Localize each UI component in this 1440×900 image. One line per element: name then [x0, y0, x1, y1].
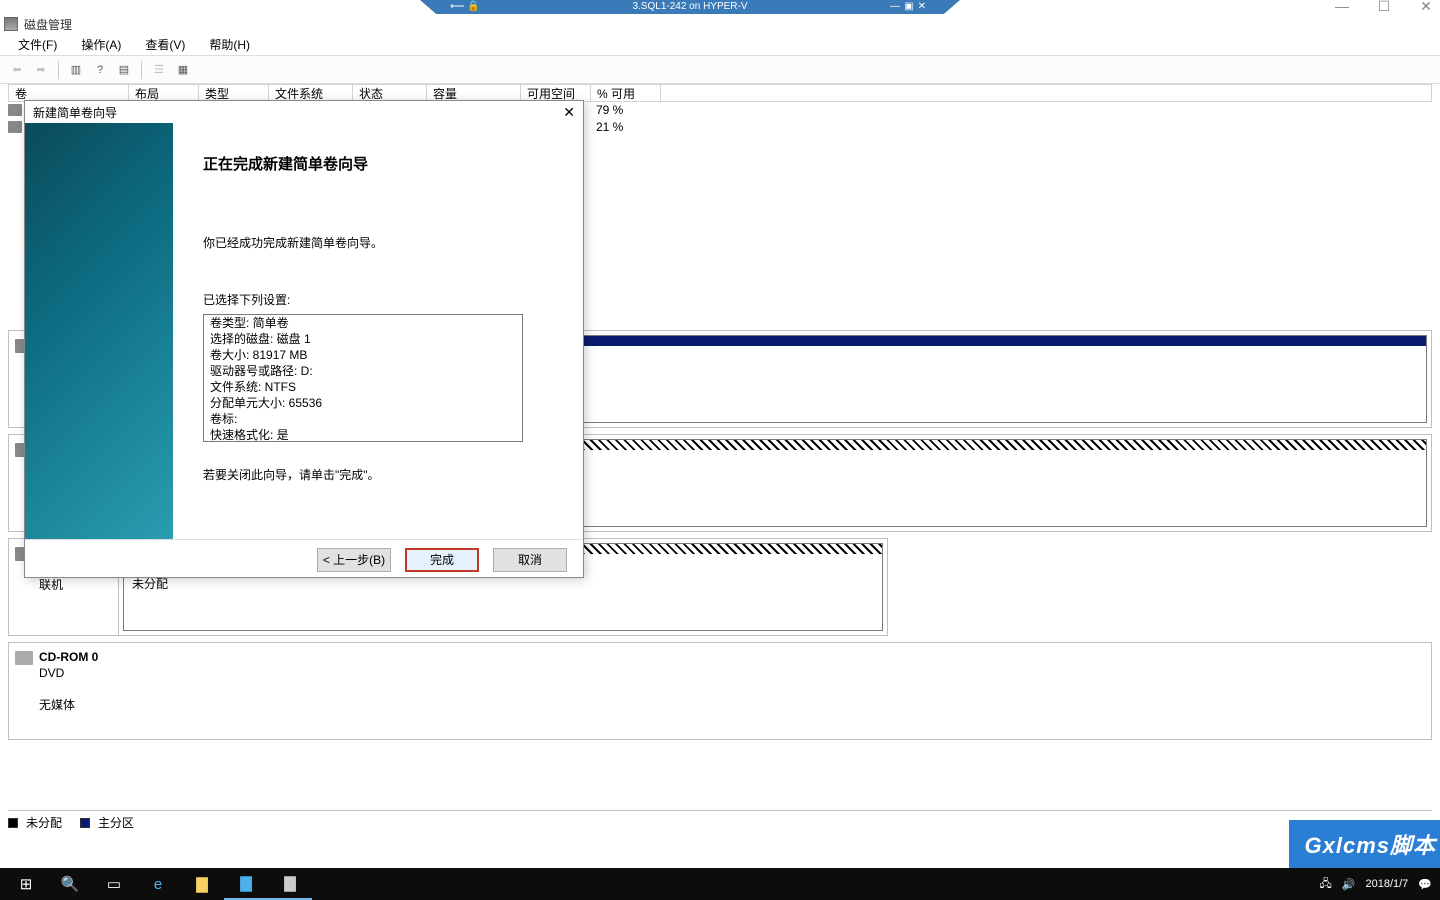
toolbar-separator: [58, 61, 59, 79]
vm-window-controls-inner[interactable]: —▣✕: [890, 0, 930, 14]
tb-help-icon[interactable]: ?: [89, 59, 111, 81]
setting-line: 选择的磁盘: 磁盘 1: [210, 331, 516, 347]
tray-network-icon[interactable]: 🖧: [1320, 875, 1332, 894]
wizard-side-graphic: [25, 123, 173, 539]
menu-file[interactable]: 文件(F): [6, 34, 69, 55]
legend-swatch-unallocated: [8, 818, 18, 828]
system-tray: 🖧 🔊 2018/1/7 💬: [1320, 875, 1433, 894]
th-status[interactable]: 状态: [353, 85, 427, 101]
menu-action[interactable]: 操作(A): [69, 34, 133, 55]
cell-percent: 79 %: [590, 102, 629, 119]
wizard-settings-list[interactable]: 卷类型: 简单卷 选择的磁盘: 磁盘 1 卷大小: 81917 MB 驱动器号或…: [203, 314, 523, 442]
legend-swatch-primary: [80, 818, 90, 828]
disk-2-status: 联机: [39, 578, 63, 592]
search-icon[interactable]: 🔍: [48, 868, 92, 900]
setting-line: 分配单元大小: 65536: [210, 395, 516, 411]
tb-tool1-icon: ☰: [148, 59, 170, 81]
tb-view2-icon[interactable]: ▤: [113, 59, 135, 81]
th-free[interactable]: 可用空间: [521, 85, 591, 101]
setting-line: 卷大小: 81917 MB: [210, 347, 516, 363]
disk-row-cdrom: CD-ROM 0 DVD 无媒体: [8, 642, 1432, 740]
taskbar: ⊞ 🔍 ▭ e ▇ ▇ ▇ 🖧 🔊 2018/1/7 💬: [0, 868, 1440, 900]
volume-2-state: 未分配: [132, 577, 874, 592]
finish-button[interactable]: 完成: [405, 548, 479, 572]
cdrom-name: CD-ROM 0: [39, 650, 98, 664]
setting-line: 卷类型: 简单卷: [210, 315, 516, 331]
explorer-icon[interactable]: ▇: [180, 868, 224, 900]
tb-forward-icon: ➡: [30, 59, 52, 81]
host-max-icon[interactable]: ☐: [1374, 0, 1394, 15]
wizard-close-hint: 若要关闭此向导，请单击"完成"。: [203, 466, 563, 483]
th-layout[interactable]: 布局: [129, 85, 199, 101]
host-min-icon[interactable]: —: [1332, 0, 1352, 15]
menu-help[interactable]: 帮助(H): [197, 34, 262, 55]
tray-date[interactable]: 2018/1/7: [1365, 878, 1408, 890]
watermark: Gxlcms脚本: [1289, 820, 1440, 868]
wizard-titlebar[interactable]: 新建简单卷向导 ✕: [25, 101, 583, 123]
menubar: 文件(F) 操作(A) 查看(V) 帮助(H): [0, 34, 1440, 56]
host-window-controls: — ☐ ✕: [1332, 0, 1436, 15]
toolbar: ⬅ ➡ ▥ ? ▤ ☰ ▦: [0, 56, 1440, 84]
th-capacity[interactable]: 容量: [427, 85, 521, 101]
app-titlebar: 磁盘管理: [0, 14, 1440, 34]
host-close-icon[interactable]: ✕: [1416, 0, 1436, 15]
wizard-settings-label: 已选择下列设置:: [203, 291, 563, 308]
drive-icon: [8, 104, 22, 116]
taskbar-app-2[interactable]: ▇: [268, 868, 312, 900]
vm-outer-titlebar: ⟵ 🔒 3.SQL1-242 on HYPER-V —▣✕ — ☐ ✕: [0, 0, 1440, 14]
close-icon[interactable]: ✕: [563, 104, 575, 121]
cdrom-icon: [15, 651, 33, 665]
menu-view[interactable]: 查看(V): [133, 34, 197, 55]
disk-mgmt-icon: [4, 17, 18, 31]
tray-volume-icon[interactable]: 🔊: [1342, 878, 1356, 891]
vm-title-center: ⟵ 🔒 3.SQL1-242 on HYPER-V —▣✕: [420, 0, 960, 14]
back-button[interactable]: < 上一步(B): [317, 548, 391, 572]
cancel-button[interactable]: 取消: [493, 548, 567, 572]
legend-primary: 主分区: [98, 814, 134, 831]
cdrom-status: 无媒体: [39, 698, 75, 712]
setting-line: 文件系统: NTFS: [210, 379, 516, 395]
tray-notifications-icon[interactable]: 💬: [1418, 878, 1432, 891]
app-title: 磁盘管理: [24, 16, 72, 33]
tb-back-icon: ⬅: [6, 59, 28, 81]
setting-line: 卷标:: [210, 411, 516, 427]
taskbar-app-1[interactable]: ▇: [224, 868, 268, 900]
wizard-title-text: 新建简单卷向导: [33, 104, 117, 121]
start-button[interactable]: ⊞: [4, 868, 48, 900]
setting-line: 快速格式化: 是: [210, 427, 516, 442]
vm-min-icon[interactable]: —: [890, 1, 904, 12]
tb-view1-icon[interactable]: ▥: [65, 59, 87, 81]
toolbar-separator-2: [141, 61, 142, 79]
legend: 未分配 主分区: [8, 810, 1432, 830]
vm-max-icon[interactable]: ▣: [904, 1, 917, 12]
vm-close-icon[interactable]: ✕: [918, 1, 930, 12]
wizard-done-message: 你已经成功完成新建简单卷向导。: [203, 234, 563, 251]
new-simple-volume-wizard: 新建简单卷向导 ✕ 正在完成新建简单卷向导 你已经成功完成新建简单卷向导。 已选…: [24, 100, 584, 578]
wizard-main: 正在完成新建简单卷向导 你已经成功完成新建简单卷向导。 已选择下列设置: 卷类型…: [173, 123, 583, 539]
wizard-button-row: < 上一步(B) 完成 取消: [25, 539, 583, 579]
setting-line: 驱动器号或路径: D:: [210, 363, 516, 379]
th-filesystem[interactable]: 文件系统: [269, 85, 353, 101]
task-view-icon[interactable]: ▭: [92, 868, 136, 900]
legend-unallocated: 未分配: [26, 814, 62, 831]
vm-title-text: 3.SQL1-242 on HYPER-V: [420, 0, 960, 14]
th-volume[interactable]: 卷: [9, 85, 129, 101]
th-percent[interactable]: % 可用: [591, 85, 661, 101]
cdrom-type: DVD: [39, 666, 64, 680]
drive-icon: [8, 121, 22, 133]
ie-icon[interactable]: e: [136, 868, 180, 900]
wizard-heading: 正在完成新建简单卷向导: [203, 153, 563, 174]
cdrom-info: CD-ROM 0 DVD 无媒体: [9, 643, 1431, 739]
cell-percent: 21 %: [590, 119, 629, 136]
tb-tool2-icon[interactable]: ▦: [172, 59, 194, 81]
th-type[interactable]: 类型: [199, 85, 269, 101]
